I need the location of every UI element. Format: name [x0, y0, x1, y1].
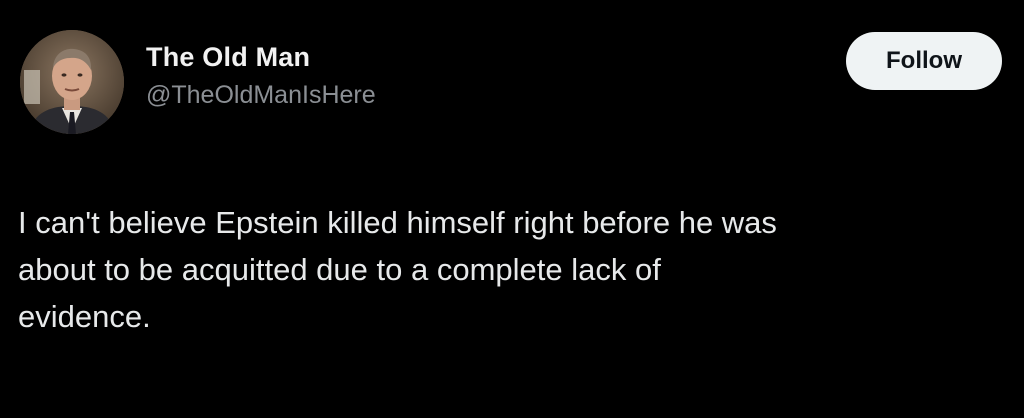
avatar-photo-icon: [20, 30, 124, 134]
follow-button[interactable]: Follow: [846, 32, 1002, 90]
tweet-card: The Old Man @TheOldManIsHere Follow I ca…: [0, 0, 1024, 418]
avatar[interactable]: [20, 30, 124, 134]
display-name[interactable]: The Old Man: [146, 40, 376, 74]
tweet-text: I can't believe Epstein killed himself r…: [18, 205, 777, 334]
user-meta: The Old Man @TheOldManIsHere: [146, 40, 376, 112]
tweet-header: The Old Man @TheOldManIsHere Follow: [20, 30, 1002, 136]
user-handle[interactable]: @TheOldManIsHere: [146, 78, 376, 112]
